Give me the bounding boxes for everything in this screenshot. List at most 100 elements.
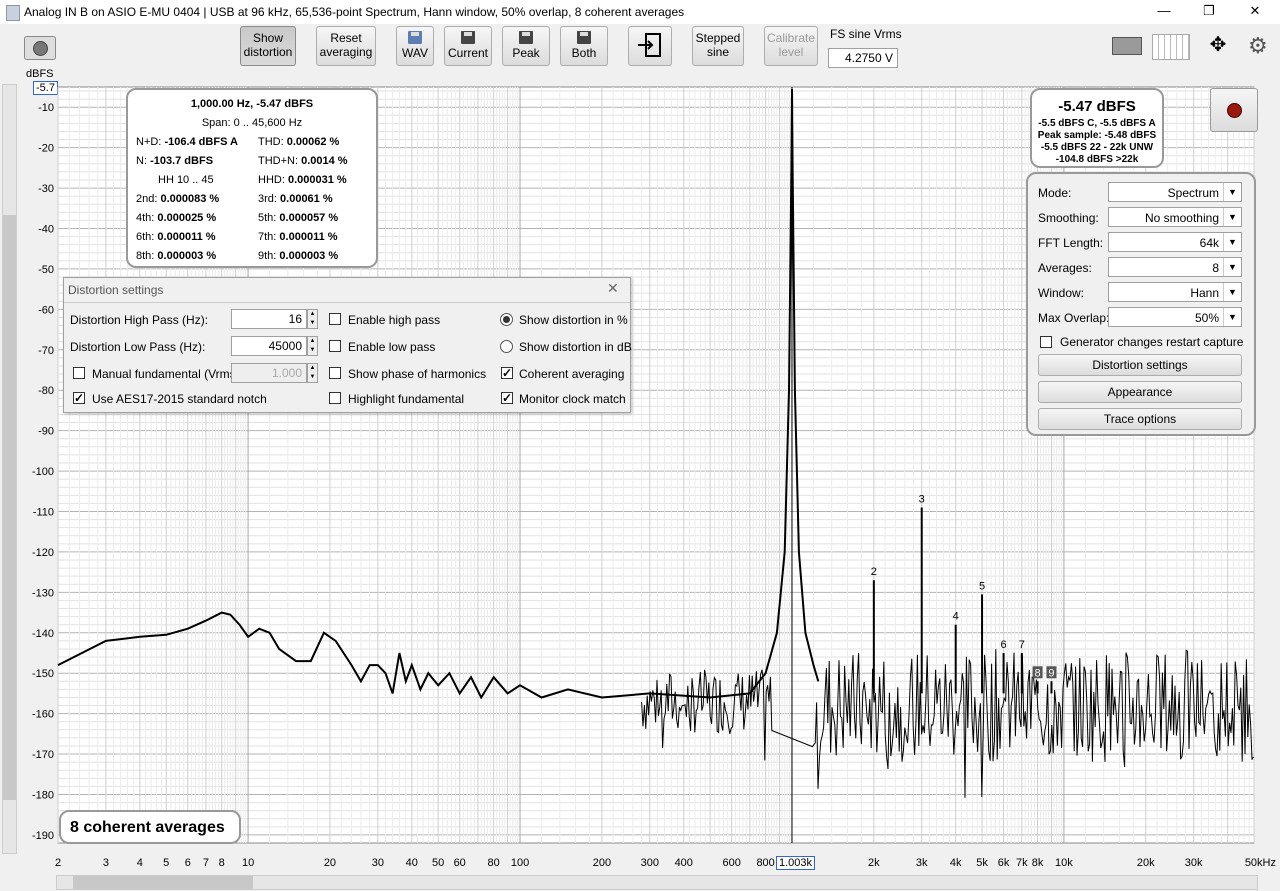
- row-value: 0.00061 %: [280, 193, 333, 205]
- low-pass-spinner[interactable]: ▲ ▼: [307, 336, 318, 356]
- harmonic-row-left: N: -103.7 dBFS: [136, 155, 213, 167]
- y-tick-labels: -10 -20 -30 -40 -50 -60 -70 -80 -90 -100 -110 -120 -…: [32, 102, 54, 842]
- row-value: 0.00062 %: [286, 136, 340, 148]
- reset-averaging-button[interactable]: Reset averaging: [316, 26, 376, 66]
- save-icon: [461, 31, 475, 44]
- minimize-button[interactable]: —: [1141, 0, 1187, 24]
- restart-capture-checkbox[interactable]: [1040, 336, 1052, 348]
- save-peak-button[interactable]: Peak: [502, 26, 550, 66]
- layout-icon[interactable]: [1104, 34, 1142, 58]
- chevron-down-icon: ▼: [1223, 258, 1241, 276]
- record-button[interactable]: [1210, 88, 1258, 132]
- monitor-clock-checkbox[interactable]: ✓: [501, 392, 513, 404]
- setting-select[interactable]: 8 ▼: [1108, 257, 1242, 277]
- camera-icon[interactable]: [24, 36, 56, 60]
- setting-select[interactable]: Hann ▼: [1108, 282, 1242, 302]
- x-tick-label: 2: [55, 857, 61, 869]
- dialog-close-icon[interactable]: ✕: [607, 280, 619, 297]
- row-value: 0.0014 %: [301, 155, 348, 167]
- y-tick-label: -150: [32, 668, 54, 680]
- harmonic-label: 5: [979, 580, 985, 592]
- calibrate-level-button[interactable]: Calibrate level: [764, 26, 818, 66]
- harmonic-row-left: 6th: 0.000011 %: [136, 231, 216, 243]
- show-percent-label: Show distortion in %: [519, 313, 628, 327]
- setting-label: Mode:: [1038, 186, 1072, 200]
- high-pass-spinner[interactable]: ▲ ▼: [307, 309, 318, 329]
- import-button[interactable]: [628, 26, 672, 66]
- x-tick-label: 8: [219, 857, 225, 869]
- trace-options-button[interactable]: Trace options: [1038, 408, 1242, 430]
- aes17-checkbox[interactable]: ✓: [73, 392, 85, 404]
- wav-button[interactable]: WAV: [396, 26, 434, 66]
- x-tick-label: 20k: [1137, 857, 1155, 869]
- manual-fundamental-spinner[interactable]: ▲ ▼: [307, 363, 318, 383]
- stepped-sine-button[interactable]: Stepped sine: [692, 26, 744, 66]
- dialog-title: Distortion settings: [68, 283, 164, 297]
- row-label: 3rd:: [258, 193, 277, 205]
- y-tick-label: -20: [38, 143, 54, 155]
- row-label: 6th:: [136, 231, 155, 243]
- x-tick-label: 60: [454, 857, 466, 869]
- harmonic-row-right: THD+N: 0.0014 %: [258, 155, 348, 167]
- averages-badge: 8 coherent averages: [59, 810, 241, 844]
- y-tick-label: -50: [38, 264, 54, 276]
- x-tick-label: 7: [203, 857, 209, 869]
- chevron-down-icon: ▼: [1223, 183, 1241, 201]
- low-pass-input[interactable]: 45000: [231, 336, 307, 356]
- setting-label: FFT Length:: [1038, 236, 1104, 250]
- harmonic-label: 4: [953, 611, 959, 623]
- manual-fundamental-input[interactable]: 1.000: [231, 363, 307, 383]
- enable-low-pass-checkbox[interactable]: [329, 340, 341, 352]
- harmonic-label: 8: [1035, 667, 1041, 679]
- move-icon[interactable]: ✥: [1200, 34, 1236, 58]
- harmonic-row-left: 4th: 0.000025 %: [136, 212, 216, 224]
- restart-capture-label: Generator changes restart capture: [1060, 335, 1244, 349]
- enable-high-pass-label: Enable high pass: [348, 313, 441, 327]
- restore-button[interactable]: ❐: [1186, 0, 1232, 24]
- close-button[interactable]: ✕: [1232, 0, 1278, 24]
- manual-fundamental-checkbox[interactable]: [73, 367, 85, 379]
- show-phase-checkbox[interactable]: [329, 367, 341, 379]
- x-tick-label: 5: [163, 857, 169, 869]
- y-tick-label: -80: [38, 385, 54, 397]
- highlight-fundamental-checkbox[interactable]: [329, 392, 341, 404]
- setting-select[interactable]: 50% ▼: [1108, 307, 1242, 327]
- gear-icon[interactable]: ⚙: [1248, 34, 1272, 58]
- setting-label: Smoothing:: [1038, 211, 1099, 225]
- setting-select[interactable]: 64k ▼: [1108, 232, 1242, 252]
- y-tick-label: -70: [38, 345, 54, 357]
- save-current-button[interactable]: Current: [444, 26, 492, 66]
- x-tick-label: 3k: [916, 857, 928, 869]
- columns-icon[interactable]: [1152, 34, 1190, 60]
- x-tick-label: 80: [488, 857, 500, 869]
- distortion-settings-button[interactable]: Distortion settings: [1038, 354, 1242, 376]
- show-percent-radio[interactable]: [500, 313, 513, 326]
- show-db-radio[interactable]: [500, 340, 513, 353]
- x-tick-label: 5k: [976, 857, 988, 869]
- highlight-fundamental-label: Highlight fundamental: [348, 392, 465, 406]
- row-label: THD+N:: [258, 155, 299, 167]
- show-distortion-button[interactable]: Show distortion: [240, 26, 296, 66]
- distortion-settings-dialog: Distortion settings ✕ Distortion High Pa…: [63, 277, 632, 413]
- row-value: 0.000031 %: [287, 174, 347, 186]
- x-tick-label: 3: [103, 857, 109, 869]
- setting-select[interactable]: No smoothing ▼: [1108, 207, 1242, 227]
- y-tick-label: -100: [32, 466, 54, 478]
- coherent-averaging-checkbox[interactable]: ✓: [501, 367, 513, 379]
- x-tick-label: 200: [593, 857, 611, 869]
- harmonic-row-right: 7th: 0.000011 %: [258, 231, 338, 243]
- setting-label: Max Overlap:: [1038, 311, 1110, 325]
- high-pass-input[interactable]: 16: [231, 309, 307, 329]
- harmonic-row-right: 9th: 0.000003 %: [258, 250, 338, 262]
- enable-high-pass-checkbox[interactable]: [329, 313, 341, 325]
- save-both-button[interactable]: Both: [560, 26, 608, 66]
- row-label: 4th:: [136, 212, 155, 224]
- fs-sine-input[interactable]: 4.2750 V: [828, 48, 898, 68]
- monitor-clock-label: Monitor clock match: [519, 392, 626, 406]
- row-label: 8th:: [136, 250, 155, 262]
- y-tick-label: -170: [32, 749, 54, 761]
- appearance-button[interactable]: Appearance: [1038, 381, 1242, 403]
- setting-select[interactable]: Spectrum ▼: [1108, 182, 1242, 202]
- fs-sine-label: FS sine Vrms: [830, 27, 902, 41]
- y-tick-label: -90: [38, 426, 54, 438]
